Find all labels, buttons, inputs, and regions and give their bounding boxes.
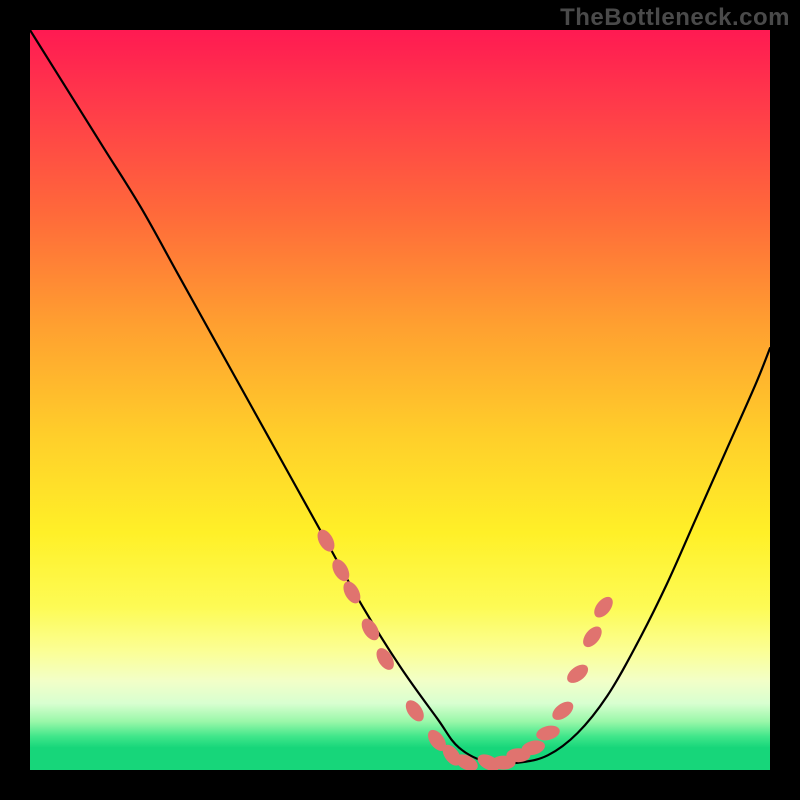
chart-frame: TheBottleneck.com [0, 0, 800, 800]
marker-dot [314, 527, 338, 555]
marker-group [314, 527, 616, 770]
marker-dot [591, 593, 617, 620]
watermark-text: TheBottleneck.com [560, 4, 790, 32]
plot-area [30, 30, 770, 770]
marker-dot [579, 623, 605, 650]
curve-svg [30, 30, 770, 770]
marker-dot [329, 556, 353, 584]
marker-dot [564, 661, 592, 687]
bottleneck-curve [30, 30, 770, 764]
marker-dot [549, 698, 577, 724]
marker-dot [535, 723, 562, 742]
